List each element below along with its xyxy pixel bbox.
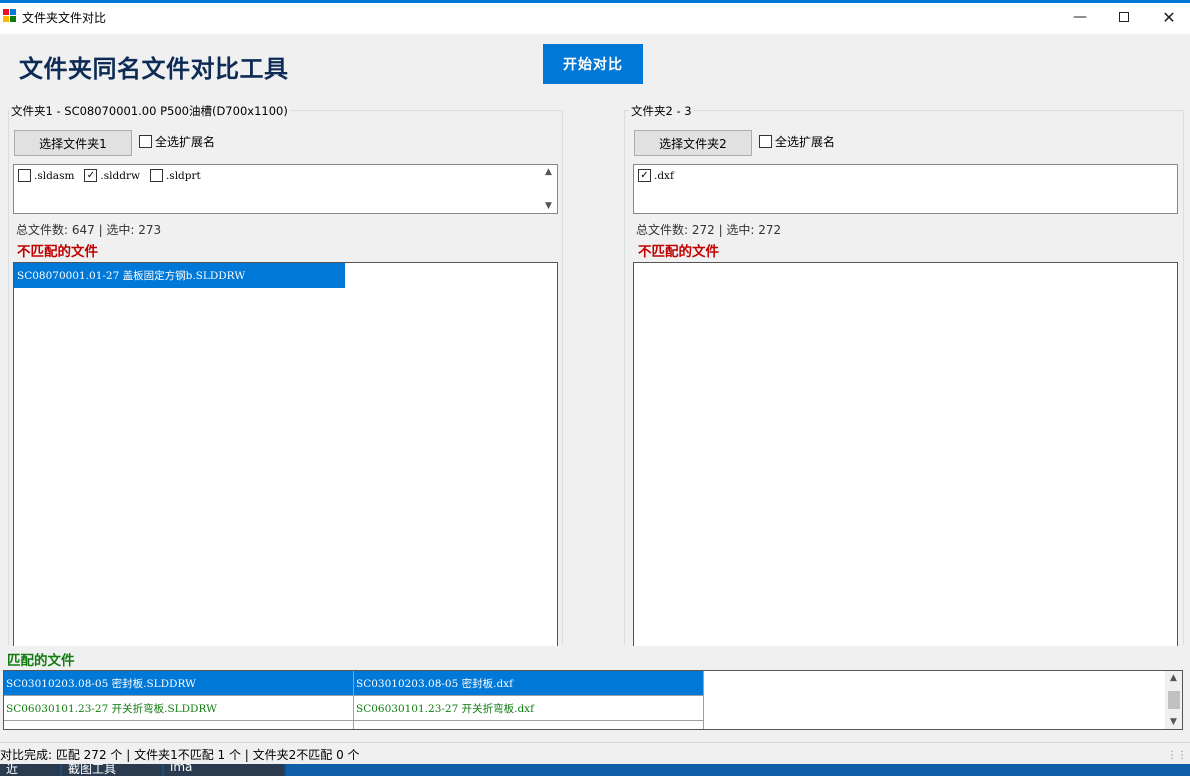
folder2-group-title: 文件夹2 - 3 — [629, 103, 694, 119]
maximize-icon — [1119, 12, 1129, 22]
minimize-button[interactable]: — — [1057, 3, 1103, 31]
folder2-unmatched-heading: 不匹配的文件 — [638, 244, 719, 260]
folder2-extension-list[interactable]: ✓ .dxf — [633, 164, 1178, 214]
folder1-extension-list[interactable]: .sldasm ✓ .slddrw .sldprt ▲ ▼ — [13, 164, 558, 214]
checkbox-checked-icon: ✓ — [84, 169, 98, 182]
scroll-thumb[interactable] — [1167, 691, 1180, 709]
list-item[interactable]: SC08070001.01-27 盖板固定方钢b.SLDDRW — [14, 263, 345, 288]
minimize-icon: — — [1073, 9, 1087, 25]
page-title: 文件夹同名文件对比工具 — [19, 55, 289, 83]
checkbox-checked-icon: ✓ — [638, 169, 651, 182]
table-cell-folder2[interactable]: SC06030101.23-27 开关折弯板.dxf — [354, 696, 704, 721]
folder1-unmatched-heading: 不匹配的文件 — [17, 244, 98, 260]
select-folder2-button[interactable]: 选择文件夹2 — [634, 130, 752, 156]
table-row[interactable]: SC03010203.08-05 密封板.SLDDRW SC03010203.0… — [4, 671, 704, 696]
matched-scrollbar[interactable]: ▲ ▼ — [1165, 671, 1182, 729]
close-button[interactable]: ✕ — [1146, 3, 1190, 31]
app-icon — [3, 9, 17, 23]
taskbar-item[interactable]: 近 — [0, 764, 60, 776]
folder1-select-all-label: 全选扩展名 — [155, 135, 216, 149]
extension-item-dxf[interactable]: ✓ .dxf — [638, 169, 674, 182]
folder1-group-title: 文件夹1 - SC08070001.00 P500油槽(D700x1100) — [9, 103, 290, 119]
start-compare-button[interactable]: 开始对比 — [543, 44, 643, 84]
extension-item-sldprt[interactable]: .sldprt — [149, 169, 201, 182]
table-cell-folder1[interactable] — [4, 721, 354, 729]
extension-item-sldasm[interactable]: .sldasm — [18, 169, 74, 182]
select-folder1-button[interactable]: 选择文件夹1 — [14, 130, 132, 156]
extension-label: .sldprt — [165, 169, 201, 182]
extension-item-slddrw[interactable]: ✓ .slddrw — [84, 169, 140, 182]
folder1-select-all-checkbox[interactable]: 全选扩展名 — [139, 133, 215, 150]
scroll-up-icon[interactable]: ▲ — [1170, 673, 1177, 683]
matched-heading: 匹配的文件 — [7, 653, 75, 669]
status-text: 对比完成: 匹配 272 个 | 文件夹1不匹配 1 个 | 文件夹2不匹配 0… — [0, 748, 360, 762]
checkbox-unchecked-icon — [759, 135, 772, 148]
window-title: 文件夹文件对比 — [22, 11, 107, 25]
table-cell-folder1[interactable]: SC06030101.23-27 开关折弯板.SLDDRW — [4, 696, 354, 721]
folder2-unmatched-list[interactable] — [633, 262, 1178, 646]
table-row-partial[interactable] — [4, 721, 704, 729]
extension-label: .slddrw — [100, 169, 140, 182]
scroll-down-icon[interactable]: ▼ — [1170, 717, 1177, 727]
table-cell-folder2[interactable]: SC03010203.08-05 密封板.dxf — [354, 671, 704, 696]
title-bar[interactable] — [0, 0, 1190, 34]
extension-label: .dxf — [654, 169, 674, 182]
extension-label: .sldasm — [34, 169, 75, 182]
folder2-select-all-label: 全选扩展名 — [775, 135, 836, 149]
folder2-file-count: 总文件数: 272 | 选中: 272 — [636, 223, 782, 237]
taskbar-item[interactable]: ima — [164, 764, 284, 776]
table-row[interactable]: SC06030101.23-27 开关折弯板.SLDDRW SC06030101… — [4, 696, 704, 721]
maximize-button[interactable] — [1101, 3, 1147, 31]
checkbox-unchecked-icon — [139, 135, 152, 148]
folder1-extension-scrollbar[interactable]: ▲ ▼ — [540, 165, 557, 213]
resize-grip-icon[interactable]: ⋮⋮ — [1167, 750, 1187, 761]
checkbox-unchecked-icon — [18, 169, 31, 182]
scroll-down-icon[interactable]: ▼ — [545, 201, 552, 211]
table-cell-folder1[interactable]: SC03010203.08-05 密封板.SLDDRW — [4, 671, 354, 696]
folder1-unmatched-list[interactable]: SC08070001.01-27 盖板固定方钢b.SLDDRW — [13, 262, 558, 646]
matched-files-grid[interactable]: SC03010203.08-05 密封板.SLDDRW SC03010203.0… — [3, 670, 1183, 730]
taskbar-item[interactable]: 截图工具 — [62, 764, 162, 776]
taskbar-background — [286, 764, 1190, 776]
taskbar: 近 截图工具 ima — [0, 764, 1190, 776]
close-icon: ✕ — [1162, 7, 1176, 27]
checkbox-unchecked-icon — [149, 169, 163, 182]
table-cell-folder2[interactable] — [354, 721, 704, 729]
folder1-file-count: 总文件数: 647 | 选中: 273 — [16, 223, 162, 237]
scroll-up-icon[interactable]: ▲ — [545, 167, 552, 177]
folder2-select-all-checkbox[interactable]: 全选扩展名 — [759, 133, 835, 150]
